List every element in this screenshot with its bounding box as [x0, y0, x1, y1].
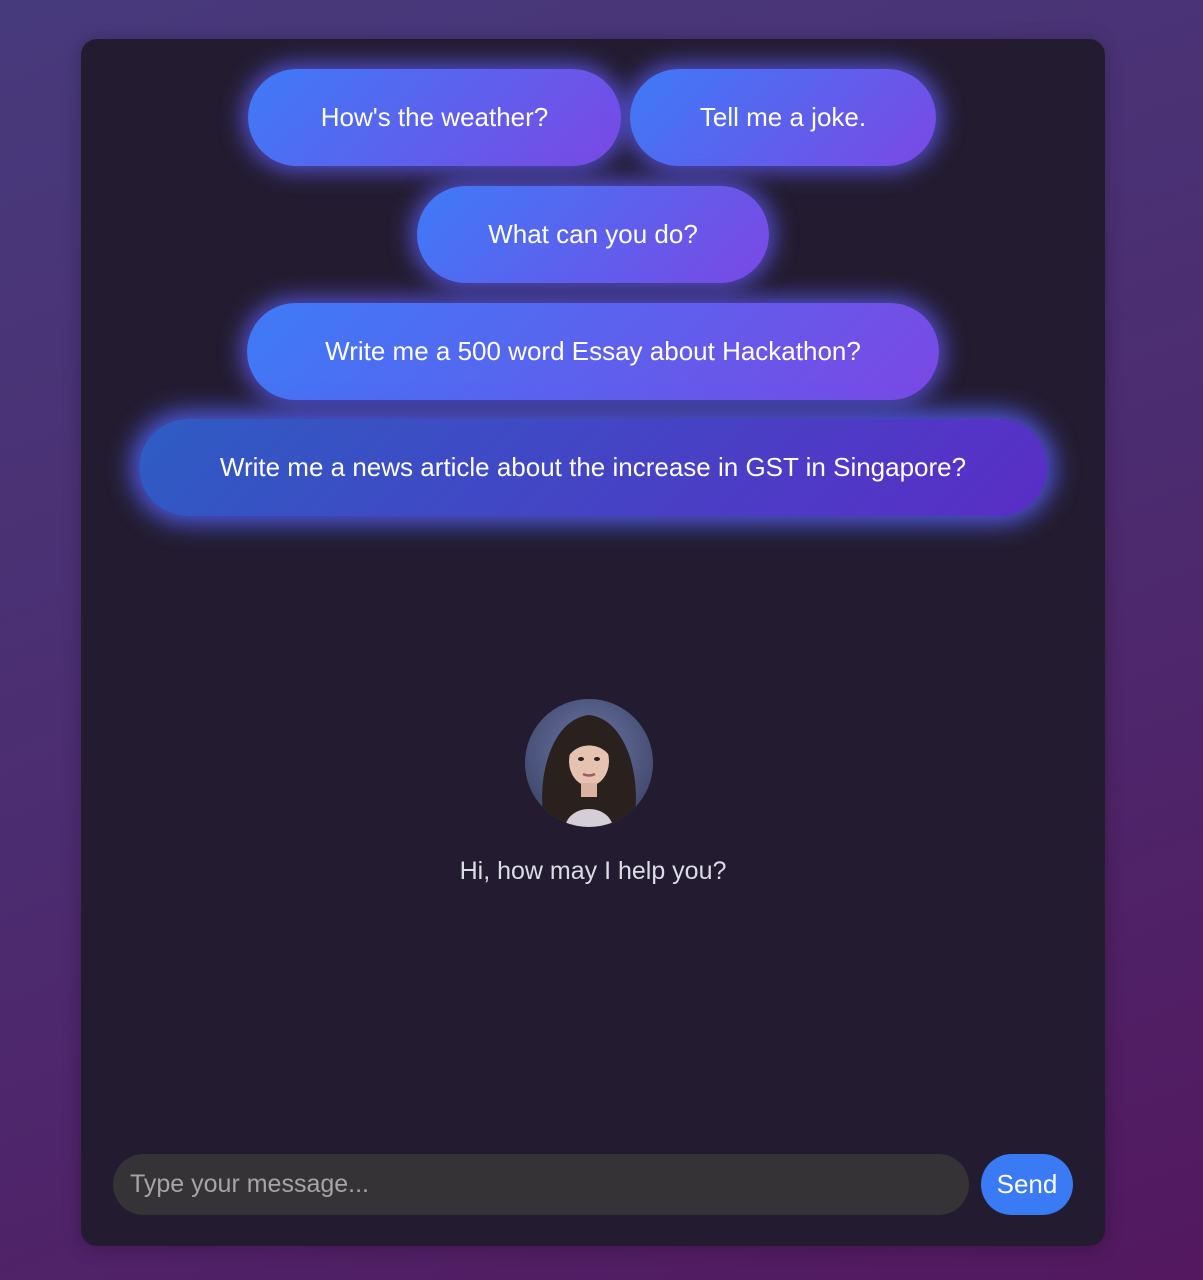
suggestion-joke-button[interactable]: Tell me a joke. — [630, 69, 936, 166]
suggestion-weather-button[interactable]: How's the weather? — [248, 69, 621, 166]
suggestion-news-article-button[interactable]: Write me a news article about the increa… — [139, 419, 1047, 516]
suggestion-capabilities-button[interactable]: What can you do? — [417, 186, 769, 283]
assistant-greeting: Hi, how may I help you? — [459, 857, 727, 885]
avatar-portrait-icon — [525, 699, 653, 827]
assistant-avatar — [525, 699, 653, 827]
message-input[interactable] — [113, 1154, 969, 1215]
send-button[interactable]: Send — [981, 1154, 1073, 1215]
chat-window: How's the weather? Tell me a joke. What … — [81, 39, 1105, 1246]
suggestion-essay-button[interactable]: Write me a 500 word Essay about Hackatho… — [247, 303, 939, 400]
